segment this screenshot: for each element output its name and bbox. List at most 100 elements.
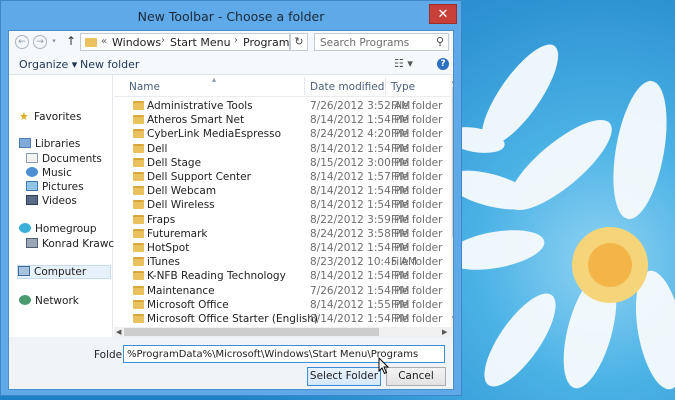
organize-button[interactable]: Organize ▾ xyxy=(19,58,77,71)
search-input[interactable] xyxy=(315,34,430,50)
new-folder-button[interactable]: New folder xyxy=(80,58,139,71)
table-row[interactable]: Dell 8/14/2012 1:54 PM File folder xyxy=(114,142,444,156)
nav-videos[interactable]: Videos xyxy=(26,195,77,209)
command-toolbar: Organize ▾ New folder ☷ ▾ ? xyxy=(9,53,453,75)
navigation-pane: ★ Favorites Libraries Documents Music Pic… xyxy=(9,75,132,337)
file-name: Dell xyxy=(147,142,168,155)
cancel-button[interactable]: Cancel xyxy=(386,367,446,386)
nav-favorites[interactable]: ★ Favorites xyxy=(19,110,81,124)
folder-icon xyxy=(133,115,144,125)
horizontal-scrollbar[interactable]: ◀ ▶ xyxy=(114,327,453,337)
choose-folder-dialog: New Toolbar - Choose a folder ✕ ← → ▾ ↑ … xyxy=(0,0,462,396)
dialog-client: ← → ▾ ↑ « Windows › Start Menu › Program… xyxy=(8,30,454,390)
folder-icon xyxy=(133,129,144,139)
table-row[interactable]: Microsoft Office Starter (English) 8/14/2… xyxy=(114,312,444,326)
recent-locations-button[interactable]: ▾ xyxy=(50,35,58,49)
scroll-down-icon[interactable]: ▼ xyxy=(452,315,453,323)
file-type: File folder xyxy=(391,128,443,141)
nav-music[interactable]: Music xyxy=(26,167,72,181)
select-folder-button[interactable]: Select Folder xyxy=(307,367,381,386)
file-list: ▴ Name Date modified Type Administrative… xyxy=(114,75,453,337)
view-options-button[interactable]: ☷ ▾ xyxy=(394,57,413,70)
breadcrumb-windows[interactable]: Windows xyxy=(112,36,161,49)
folder-icon xyxy=(85,38,97,47)
sort-ascending-icon: ▴ xyxy=(212,75,217,84)
table-row[interactable]: Dell Support Center 8/14/2012 1:57 PM File… xyxy=(114,170,444,184)
nav-pictures[interactable]: Pictures xyxy=(26,181,84,195)
file-name: K-NFB Reading Technology xyxy=(147,270,286,283)
table-row[interactable]: Fraps 8/22/2012 3:59 PM File folder xyxy=(114,213,444,227)
file-name: Microsoft Office Starter (English) xyxy=(147,313,318,325)
file-name: Atheros Smart Net xyxy=(147,114,245,127)
breadcrumb-overflow-icon[interactable]: « xyxy=(101,36,107,47)
search-icon[interactable]: ⚲ xyxy=(436,35,444,48)
folder-icon xyxy=(133,243,144,252)
folder-icon xyxy=(133,101,144,110)
libraries-icon xyxy=(19,138,31,148)
file-type: File folder xyxy=(391,199,443,212)
folder-icon xyxy=(133,214,144,224)
nav-homegroup[interactable]: Homegroup xyxy=(19,223,97,237)
nav-computer[interactable]: Computer xyxy=(17,265,111,279)
scroll-right-icon[interactable]: ▶ xyxy=(442,328,447,336)
file-type: File folder xyxy=(391,114,443,127)
table-row[interactable]: Dell Wireless 8/14/2012 1:54 PM File folde… xyxy=(114,198,444,212)
table-row[interactable]: CyberLink MediaEspresso 8/24/2012 4:20 PM… xyxy=(114,127,444,141)
scroll-up-icon[interactable]: ▲ xyxy=(452,76,453,84)
table-row[interactable]: iTunes 8/23/2012 10:45 AM File folder xyxy=(114,255,444,269)
nav-documents[interactable]: Documents xyxy=(26,153,102,167)
help-button[interactable]: ? xyxy=(437,58,449,70)
file-name: Dell Support Center xyxy=(147,171,251,183)
music-icon xyxy=(26,167,38,177)
nav-label: Documents xyxy=(42,153,102,165)
search-box[interactable]: ⚲ xyxy=(314,33,449,51)
breadcrumb-start-menu[interactable]: Start Menu xyxy=(170,36,231,49)
nav-label: Favorites xyxy=(34,111,82,123)
up-button[interactable]: ↑ xyxy=(66,34,76,48)
folder-icon xyxy=(133,200,144,210)
file-type: File folder xyxy=(391,284,443,297)
column-name[interactable]: Name xyxy=(129,81,160,93)
forward-button[interactable]: → xyxy=(33,35,47,49)
nav-label: Homegroup xyxy=(35,223,97,235)
table-row[interactable]: K-NFB Reading Technology 8/14/2012 1:54 P… xyxy=(114,269,444,283)
table-row[interactable]: HotSpot 8/14/2012 1:54 PM File folder xyxy=(114,241,444,255)
back-button[interactable]: ← xyxy=(15,35,29,49)
vertical-scroll-thumb[interactable] xyxy=(452,87,453,237)
window-title: New Toolbar - Choose a folder xyxy=(137,9,325,24)
computer-icon xyxy=(18,266,30,276)
scroll-left-icon[interactable]: ◀ xyxy=(116,328,121,336)
file-name: Maintenance xyxy=(147,284,215,297)
column-divider[interactable] xyxy=(304,77,305,95)
table-row[interactable]: Dell Webcam 8/14/2012 1:54 PM File folder xyxy=(114,184,444,198)
file-name: Dell Webcam xyxy=(147,185,217,198)
file-name: Futuremark xyxy=(147,227,208,240)
nav-network[interactable]: Network xyxy=(19,295,79,309)
table-row[interactable]: Futuremark 8/24/2012 3:58 PM File folder xyxy=(114,227,444,241)
table-row[interactable]: Maintenance 7/26/2012 1:54 PM File folder xyxy=(114,284,444,298)
nav-label: Network xyxy=(35,295,79,307)
file-type: File folder xyxy=(391,298,443,311)
table-row[interactable]: Dell Stage 8/15/2012 3:00 PM File folder xyxy=(114,156,444,170)
title-bar[interactable]: New Toolbar - Choose a folder ✕ xyxy=(1,1,461,31)
breadcrumb-programs[interactable]: Programs xyxy=(243,36,295,49)
refresh-button[interactable]: ↻ xyxy=(290,33,308,51)
table-row[interactable]: Microsoft Office 8/14/2012 1:55 PM File fo… xyxy=(114,298,444,312)
vertical-scrollbar[interactable]: ▲ ▼ xyxy=(451,75,453,337)
column-date-modified[interactable]: Date modified xyxy=(310,81,384,93)
column-divider[interactable] xyxy=(385,77,386,95)
file-type: File folder xyxy=(391,227,443,240)
table-row[interactable]: Atheros Smart Net 8/14/2012 1:54 PM File f… xyxy=(114,113,444,127)
breadcrumb-separator[interactable]: › xyxy=(161,35,165,46)
folder-path-input[interactable] xyxy=(123,345,445,363)
file-type: File folder xyxy=(391,313,443,325)
column-type[interactable]: Type xyxy=(391,81,415,93)
table-row[interactable]: Administrative Tools 7/26/2012 3:52 AM Fil… xyxy=(114,99,444,113)
nav-libraries[interactable]: Libraries xyxy=(19,138,80,152)
breadcrumb-separator[interactable]: › xyxy=(234,35,238,46)
file-name: iTunes xyxy=(147,256,180,269)
close-button[interactable]: ✕ xyxy=(429,4,457,24)
address-bar[interactable]: « Windows › Start Menu › Programs ▾ xyxy=(80,33,352,51)
horizontal-scroll-thumb[interactable] xyxy=(124,328,379,336)
file-type: File folder xyxy=(391,242,443,254)
